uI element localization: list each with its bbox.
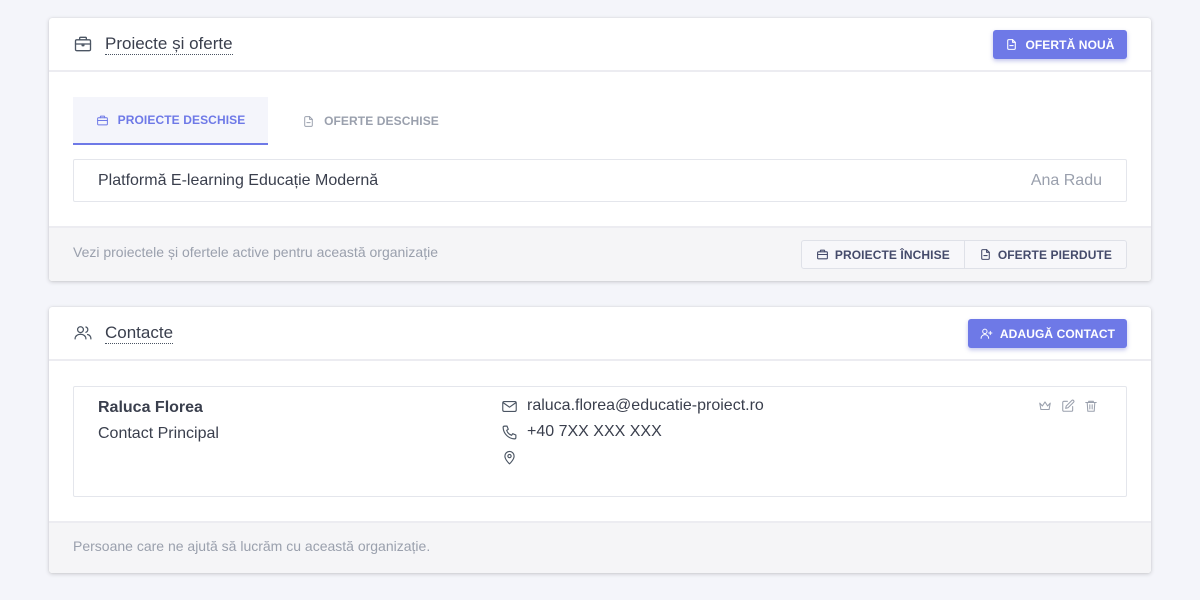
edit-contact-button[interactable] [1061, 399, 1075, 413]
document-icon [304, 115, 313, 127]
briefcase-icon [96, 115, 108, 125]
project-name: Platformă E-learning Educație Modernă [98, 171, 379, 189]
document-icon [980, 249, 990, 260]
new-offer-button[interactable]: OFERTĂ NOUĂ [993, 30, 1127, 59]
trash-icon [1085, 400, 1097, 412]
user-plus-icon [980, 328, 993, 339]
add-contact-button-label: ADAUGĂ CONTACT [999, 326, 1116, 341]
mail-icon [502, 400, 517, 412]
crown-icon [1039, 401, 1051, 411]
contact-actions [1038, 399, 1098, 413]
contacts-footer-text: Persoane care ne ajută să lucrăm cu acea… [73, 538, 431, 554]
document-icon [1007, 39, 1017, 50]
new-offer-button-label: OFERTĂ NOUĂ [1025, 37, 1115, 52]
closed-projects-button-label: PROIECTE ÎNCHISE [834, 247, 950, 262]
make-primary-button[interactable] [1038, 399, 1052, 413]
contact-email-line[interactable]: raluca.florea@educatie-proiect.ro [501, 397, 764, 415]
lost-offers-button[interactable]: OFERTE PIERDUTE [963, 241, 1126, 268]
map-pin-icon [504, 450, 515, 465]
contact-item: Raluca Florea Contact Principal raluca.f… [73, 386, 1127, 497]
contacts-card-title[interactable]: Contacte [105, 323, 174, 344]
tab-open-offers-label: OFERTE DESCHISE [324, 114, 439, 128]
project-row[interactable]: Platformă E-learning Educație Modernă An… [73, 159, 1127, 202]
contacts-card-header: Contacte ADAUGĂ CONTACT [49, 307, 1151, 361]
contacts-card: Contacte ADAUGĂ CONTACT Raluca Florea Co… [49, 307, 1151, 573]
projects-card-title[interactable]: Proiecte și oferte [105, 34, 233, 55]
projects-tabs: PROIECTE DESCHISE OFERTE DESCHISE [73, 97, 473, 145]
lost-offers-button-label: OFERTE PIERDUTE [997, 247, 1112, 262]
edit-icon [1062, 399, 1075, 412]
projects-card-title-group: Proiecte și oferte [73, 18, 233, 70]
phone-icon [502, 425, 517, 439]
projects-footer-button-group: PROIECTE ÎNCHISE OFERTE PIERDUTE [800, 240, 1127, 269]
briefcase-icon [74, 36, 92, 52]
contact-phone-line[interactable]: +40 7XX XXX XXX [501, 423, 662, 441]
tab-open-projects[interactable]: PROIECTE DESCHISE [73, 97, 268, 145]
delete-contact-button[interactable] [1084, 399, 1098, 413]
project-owner: Ana Radu [1030, 171, 1102, 189]
contacts-card-title-group: Contacte [73, 307, 174, 359]
contact-location-line [501, 449, 527, 466]
tab-open-offers[interactable]: OFERTE DESCHISE [268, 97, 473, 145]
tab-open-projects-label: PROIECTE DESCHISE [117, 113, 246, 127]
projects-footer-text: Vezi proiectele și ofertele active pentr… [73, 244, 438, 260]
contact-role: Contact Principal [98, 425, 219, 442]
contacts-card-footer: Persoane care ne ajută să lucrăm cu acea… [49, 521, 1151, 573]
add-contact-button[interactable]: ADAUGĂ CONTACT [968, 319, 1127, 348]
projects-card-header: Proiecte și oferte OFERTĂ NOUĂ [49, 18, 1151, 72]
contact-name: Raluca Florea [98, 399, 203, 416]
briefcase-icon [816, 249, 828, 260]
contact-email[interactable]: raluca.florea@educatie-proiect.ro [527, 397, 764, 415]
users-icon [74, 326, 92, 340]
contact-phone[interactable]: +40 7XX XXX XXX [527, 423, 662, 441]
closed-projects-button[interactable]: PROIECTE ÎNCHISE [802, 241, 964, 268]
projects-card-footer: Vezi proiectele și ofertele active pentr… [49, 226, 1151, 281]
projects-offers-card: Proiecte și oferte OFERTĂ NOUĂ PROIECTE … [49, 18, 1151, 281]
